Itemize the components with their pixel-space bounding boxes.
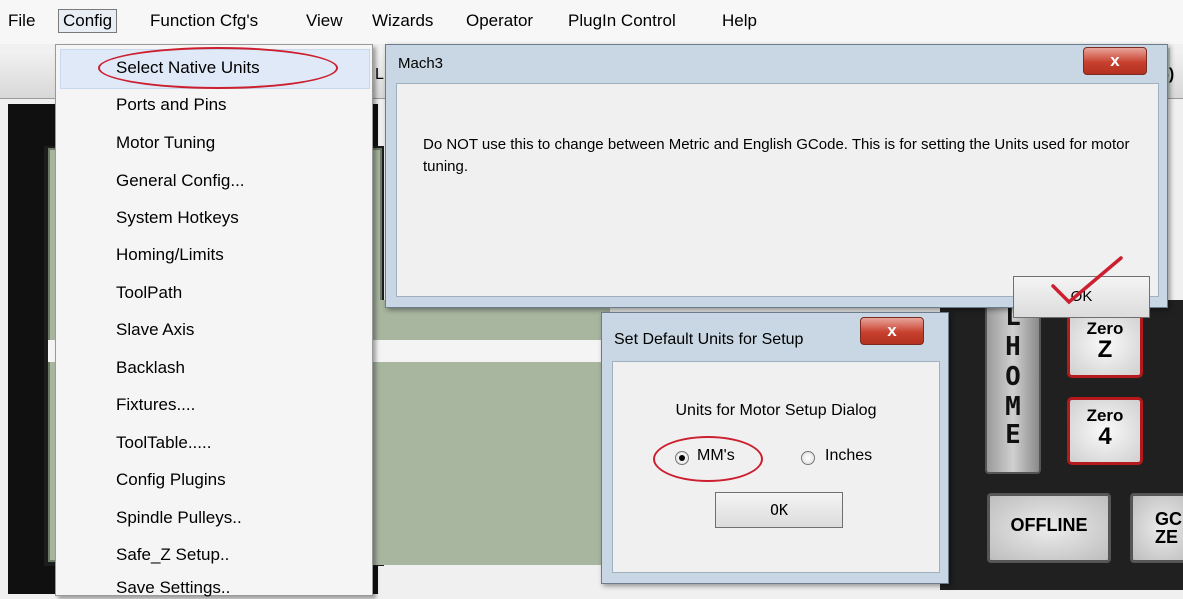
menu-file[interactable]: File [4, 10, 39, 32]
dialog-title: Mach3 [398, 55, 444, 72]
mach3-warning-dialog: Mach3 x Do NOT use this to change betwee… [385, 44, 1168, 318]
menu-item-spindle-pulleys[interactable]: Spindle Pulleys.. [116, 507, 242, 529]
radio-label: Inches [825, 447, 873, 464]
offline-button[interactable]: OFFLINE [987, 493, 1111, 563]
menu-wizards[interactable]: Wizards [368, 10, 437, 32]
dialog-title: Set Default Units for Setup [614, 331, 804, 348]
goto-zero-button[interactable]: GC ZE [1130, 493, 1183, 563]
units-dialog: Set Default Units for Setup x Units for … [601, 312, 949, 584]
menu-item-config-plugins[interactable]: Config Plugins [116, 469, 226, 491]
menu-config[interactable]: Config [58, 9, 118, 33]
ref-all-home-button[interactable]: L H O M E [985, 300, 1041, 474]
menu-function-cfgs[interactable]: Function Cfg's [146, 10, 262, 32]
dialog-message: Do NOT use this to change between Metric… [423, 136, 1130, 175]
window-fragment: L [375, 66, 384, 83]
menu-bar: File Config Function Cfg's View Wizards … [0, 0, 1183, 44]
zero-z-button[interactable]: Zero Z [1067, 310, 1143, 378]
close-button[interactable]: x [860, 317, 924, 345]
units-prompt: Units for Motor Setup Dialog [675, 402, 877, 419]
zero-4-button[interactable]: Zero 4 [1067, 397, 1143, 465]
menu-operator[interactable]: Operator [462, 10, 537, 32]
home-letter: O [1005, 362, 1021, 392]
home-letter: E [1005, 420, 1021, 450]
highlight-oval [653, 436, 763, 482]
goto-zero-line: ZE [1155, 527, 1179, 547]
axis-label: 4 [1098, 423, 1112, 450]
menu-item-ports-and-pins[interactable]: Ports and Pins [116, 94, 227, 116]
menu-view[interactable]: View [302, 10, 347, 32]
dialog-body: Units for Motor Setup Dialog MM's Inches… [612, 361, 940, 573]
axis-label: Z [1097, 336, 1113, 363]
menu-item-safe-z-setup[interactable]: Safe_Z Setup.. [116, 544, 229, 566]
menu-item-tooltable[interactable]: ToolTable..... [116, 432, 211, 454]
highlight-oval [98, 47, 338, 89]
menu-item-toolpath[interactable]: ToolPath [116, 282, 182, 304]
menu-item-backlash[interactable]: Backlash [116, 357, 185, 379]
dialog-body: Do NOT use this to change between Metric… [396, 83, 1159, 318]
menu-item-homing-limits[interactable]: Homing/Limits [116, 244, 224, 266]
radio-unchecked-icon [801, 451, 815, 465]
menu-item-slave-axis[interactable]: Slave Axis [116, 319, 194, 341]
home-letter: H [1005, 332, 1021, 362]
menu-item-save-settings[interactable]: Save Settings.. [116, 577, 230, 599]
close-button[interactable]: x [1083, 47, 1147, 75]
checkmark-icon [1051, 256, 1123, 305]
menu-item-motor-tuning[interactable]: Motor Tuning [116, 132, 215, 154]
goto-zero-line: GC [1155, 509, 1182, 529]
config-dropdown-menu: Select Native Units Ports and Pins Motor… [55, 44, 373, 599]
ok-button[interactable]: OK [715, 492, 843, 528]
menu-item-general-config[interactable]: General Config... [116, 170, 245, 192]
menu-item-system-hotkeys[interactable]: System Hotkeys [116, 207, 239, 229]
menu-help[interactable]: Help [718, 10, 761, 32]
menu-item-fixtures[interactable]: Fixtures.... [116, 394, 195, 416]
radio-inches[interactable]: Inches [801, 447, 901, 469]
menu-plugin-control[interactable]: PlugIn Control [564, 10, 680, 32]
home-letter: M [1005, 392, 1021, 422]
